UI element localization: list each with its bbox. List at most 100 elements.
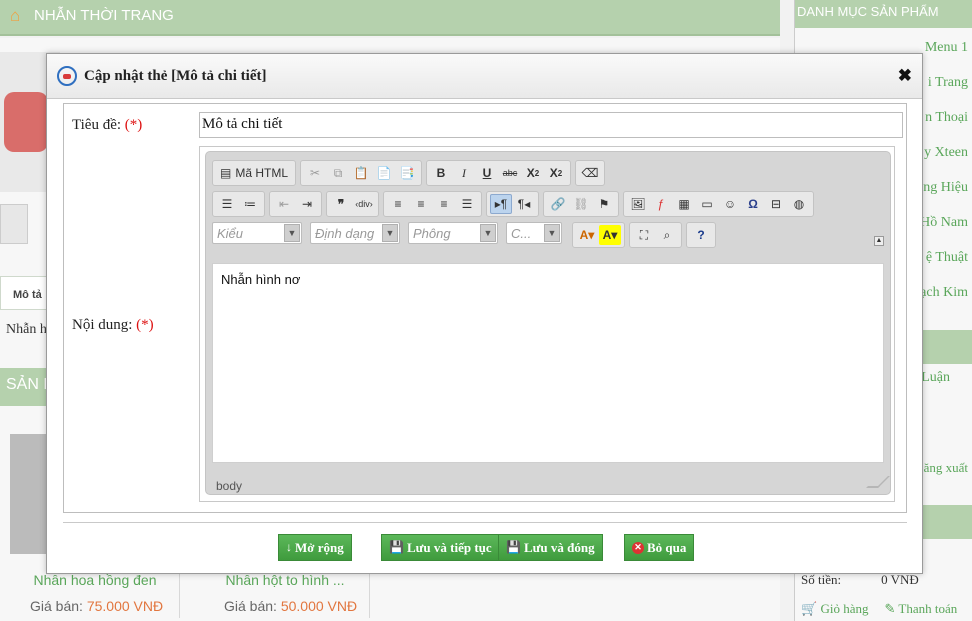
save-continue-button[interactable]: 💾 Lưu và tiếp tục	[381, 534, 500, 561]
element-path[interactable]: body	[216, 479, 242, 493]
cut-icon[interactable]: ✂	[304, 163, 326, 183]
source-html-button[interactable]: ▤ Mã HTML	[216, 163, 292, 183]
chevron-down-icon: ▼	[284, 224, 300, 242]
align-left-icon[interactable]: ≡	[387, 194, 409, 214]
dialog-title: Cập nhật thẻ [Mô tả chi tiết]	[84, 68, 267, 84]
cart-link[interactable]: 🛒 Giỏ hàng ✎ Thanh toán	[801, 601, 957, 617]
iframe-globe-icon[interactable]: ◍	[788, 194, 810, 214]
sidebar-item[interactable]: Hồ Nam	[920, 215, 968, 231]
style-select[interactable]: Kiểu ▼	[212, 222, 302, 244]
help-icon[interactable]: ?	[690, 225, 712, 245]
image-icon[interactable]: 🖼	[627, 194, 649, 214]
collapse-toolbar-icon[interactable]: ▲	[874, 236, 884, 246]
table-icon[interactable]: ▦	[673, 194, 695, 214]
blockquote-icon[interactable]: ❞	[330, 194, 352, 214]
align-center-icon[interactable]: ≡	[410, 194, 432, 214]
sidebar-item[interactable]: n Thoại	[925, 110, 968, 126]
description-text: Nhẫn h	[6, 322, 47, 337]
title-label: Tiêu đề: (*)	[72, 117, 143, 133]
show-blocks-icon[interactable]: ⌕	[656, 225, 678, 245]
text-color-icon[interactable]: A▾	[576, 225, 598, 245]
resize-grip-icon[interactable]	[866, 476, 890, 488]
sidebar-item[interactable]: Menu 1	[925, 40, 968, 56]
product-price: Giá bán: 75.000 VNĐ	[30, 598, 164, 614]
help-group: ?	[686, 222, 716, 248]
basic-style-group: B I U abc X2 X2	[426, 160, 572, 186]
tools-group: ⛶ ⌕	[629, 222, 682, 248]
home-icon[interactable]: ⌂	[10, 7, 28, 25]
save-close-button[interactable]: 💾 Lưu và đóng	[498, 534, 603, 561]
insert-group: 🖼 ƒ ▦ ▭ ☺ Ω ⊟ ◍	[623, 191, 814, 217]
bg-color-icon[interactable]: A▾	[599, 225, 621, 245]
app-logo-icon	[57, 66, 77, 86]
bold-icon[interactable]: B	[430, 163, 452, 183]
align-justify-icon[interactable]: ☰	[456, 194, 478, 214]
font-select[interactable]: Phông ▼	[408, 222, 498, 244]
subscript-icon[interactable]: X2	[522, 163, 544, 183]
eraser-icon[interactable]: ⌫	[579, 163, 601, 183]
maximize-icon[interactable]: ⛶	[633, 225, 655, 245]
horizontal-rule-icon[interactable]: ▭	[696, 194, 718, 214]
underline-icon[interactable]: U	[476, 163, 498, 183]
sidebar-item[interactable]: y Xteen	[924, 145, 968, 161]
ltr-direction-icon[interactable]: ▸¶	[490, 194, 512, 214]
bulleted-list-icon[interactable]: ≔	[239, 194, 261, 214]
arrow-down-icon: ↓	[286, 540, 292, 554]
divider	[63, 522, 907, 523]
dialog-header: Cập nhật thẻ [Mô tả chi tiết] ✖	[47, 54, 922, 99]
thumbnail[interactable]	[0, 204, 28, 244]
rich-text-editor: ▤ Mã HTML ✂ ⧉ 📋 📄 📑 B I U abc X2 X 2 ⌫ ☰…	[199, 146, 895, 502]
product-image[interactable]	[10, 434, 50, 554]
superscript-icon[interactable]: X2	[545, 163, 567, 183]
editor-content[interactable]: Nhẫn hình nơ	[212, 263, 884, 463]
special-char-icon[interactable]: Ω	[742, 194, 764, 214]
title-input[interactable]: Mô tả chi tiết	[199, 112, 903, 138]
anchor-flag-icon[interactable]: ⚑	[593, 194, 615, 214]
toolbar-row-2: ☰ ≔ ⇤ ⇥ ❞ ‹div› ≡ ≡ ≡ ☰ ▸¶ ¶◂ 🔗 ⛓ ⚑ 🖼 ƒ …	[212, 191, 814, 217]
outdent-icon[interactable]: ⇤	[273, 194, 295, 214]
format-select[interactable]: Định dạng ▼	[310, 222, 400, 244]
copy-icon[interactable]: ⧉	[327, 163, 349, 183]
block-group: ❞ ‹div›	[326, 191, 379, 217]
breadcrumb[interactable]: NHẪN THỜI TRANG	[34, 7, 174, 24]
product-name[interactable]: Nhẫn hoa hồng đen	[0, 572, 190, 588]
tag-form: Tiêu đề: (*) Mô tả chi tiết Nội dung: (*…	[63, 103, 907, 513]
sidebar-item[interactable]: ệ Thuật	[926, 250, 968, 266]
sidebar-title: DANH MỤC SẢN PHẨM	[795, 0, 972, 28]
numbered-list-icon[interactable]: ☰	[216, 194, 238, 214]
sidebar-item[interactable]: i Trang	[928, 75, 968, 91]
content-label: Nội dung: (*)	[72, 317, 154, 333]
flash-icon[interactable]: ƒ	[650, 194, 672, 214]
rtl-direction-icon[interactable]: ¶◂	[513, 194, 535, 214]
paste-text-icon[interactable]: 📄	[373, 163, 395, 183]
indent-group: ⇤ ⇥	[269, 191, 322, 217]
link-icon[interactable]: 🔗	[547, 194, 569, 214]
sidebar-item[interactable]: ạch Kim	[920, 285, 968, 301]
paste-word-icon[interactable]: 📑	[396, 163, 418, 183]
div-container-icon[interactable]: ‹div›	[353, 194, 375, 214]
align-right-icon[interactable]: ≡	[433, 194, 455, 214]
account-link[interactable]: Luận	[921, 370, 950, 386]
color-group: A▾ A▾	[572, 222, 625, 248]
unlink-icon[interactable]: ⛓	[570, 194, 592, 214]
toolbar-row-3: Kiểu ▼ Định dạng ▼ Phông ▼ C... ▼ A▾ A▾ ⛶ ⌕ …	[212, 222, 716, 248]
direction-group: ▸¶ ¶◂	[486, 191, 539, 217]
paste-icon[interactable]: 📋	[350, 163, 372, 183]
size-select[interactable]: C... ▼	[506, 222, 562, 244]
product-name[interactable]: Nhẫn hột to hình ...	[190, 572, 380, 588]
page-break-icon[interactable]: ⊟	[765, 194, 787, 214]
smiley-icon[interactable]: ☺	[719, 194, 741, 214]
cancel-button[interactable]: ✕ Bỏ qua	[624, 534, 695, 561]
clipboard-group: ✂ ⧉ 📋 📄 📑	[300, 160, 423, 186]
tab-description[interactable]: Mô tả	[0, 276, 50, 310]
indent-icon[interactable]: ⇥	[296, 194, 318, 214]
close-icon[interactable]: ✖	[898, 66, 912, 86]
strikethrough-icon[interactable]: abc	[499, 163, 521, 183]
source-icon: ▤	[220, 166, 232, 180]
logout-link[interactable]: ăng xuất	[924, 460, 968, 476]
checkout-link: Thanh toán	[898, 601, 958, 616]
sidebar-item[interactable]: ng Hiệu	[923, 180, 968, 196]
expand-button[interactable]: ↓ Mở rộng	[278, 534, 352, 561]
italic-icon[interactable]: I	[453, 163, 475, 183]
close-icon: ✕	[632, 541, 644, 554]
